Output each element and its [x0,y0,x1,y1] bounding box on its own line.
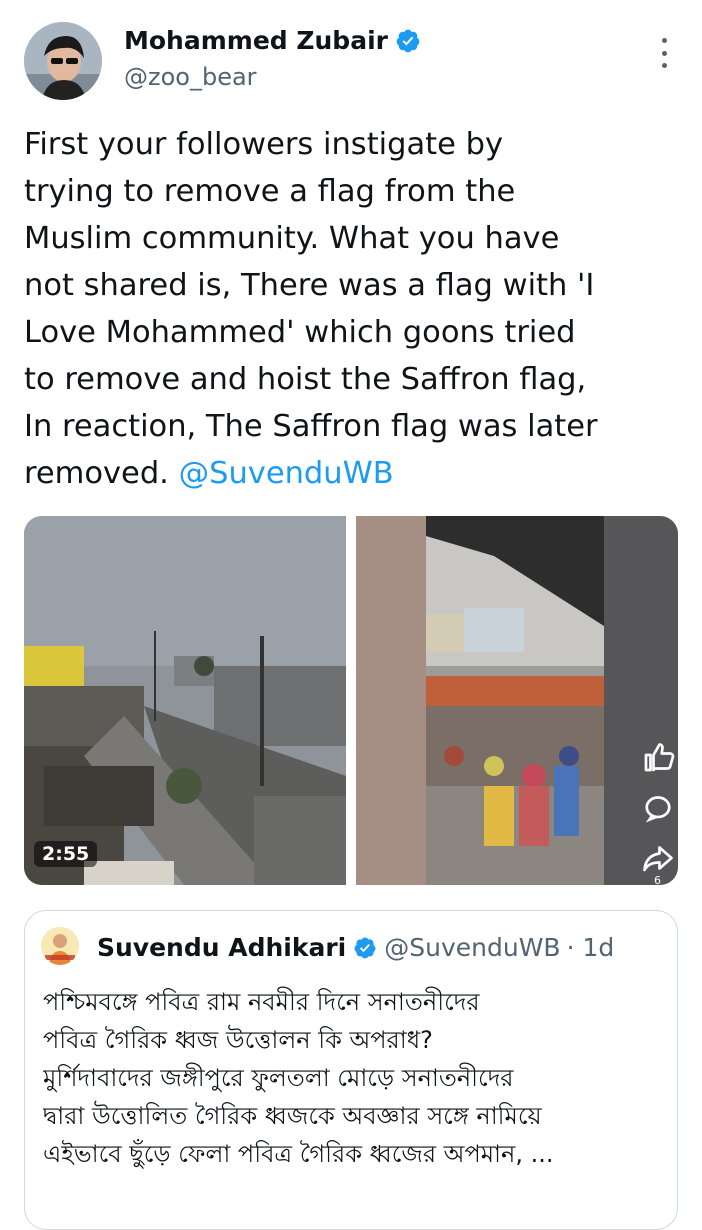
quoted-author-name[interactable]: Suvendu Adhikari [97,933,346,962]
share-icon[interactable] [640,840,676,876]
quoted-header: Suvendu Adhikari @SuvenduWB · 1d [97,933,614,962]
author-avatar[interactable] [24,22,102,100]
tweet-line: trying to remove a flag from the [24,174,516,209]
media-container[interactable]: 2:55 [24,516,678,885]
tweet-line: to remove and hoist the Saffron flag, [24,362,587,397]
tweet-line: Love Mohammed' which goons tried [24,315,576,350]
reply-icon[interactable] [640,790,676,826]
quoted-author-avatar[interactable] [41,927,79,965]
verified-badge-icon [354,937,376,958]
tweet-line: First your followers instigate by [24,127,504,162]
quoted-line: পশ্চিমবঙ্গে পবিত্র রাম নবমীর দিনে সনাতনী… [43,988,480,1016]
tweet-line: In reaction, The Saffron flag was later [24,409,598,444]
video-thumbnail-street[interactable] [24,516,346,885]
quoted-author-handle[interactable]: @SuvenduWB [384,933,560,962]
tweet-line-last: removed. @SuvenduWB [24,450,674,497]
quoted-text: পশ্চিমবঙ্গে পবিত্র রাম নবমীর দিনে সনাতনী… [43,983,667,1173]
quoted-line: পবিত্র গৈরিক ধ্বজ উত্তোলন কি অপরাধ? [43,1026,433,1054]
video-thumbnail-crowd[interactable] [356,516,678,885]
author-name[interactable]: Mohammed Zubair [124,26,388,55]
tweet-line: Muslim community. What you have [24,221,560,256]
author-handle[interactable]: @zoo_bear [124,63,257,91]
more-options-icon[interactable] [652,38,676,68]
like-icon[interactable] [640,740,676,776]
share-count: 6 [654,874,661,887]
verified-badge-icon [396,29,420,52]
tweet-text: First your followers instigate by trying… [24,121,674,497]
quoted-line: দ্বারা উত্তোলিত গৈরিক ধ্বজকে অবজ্ঞার সঙ্… [43,1102,542,1130]
quoted-timestamp: · 1d [566,933,615,962]
tweet-line-text: removed. [24,456,179,491]
mention-link[interactable]: @SuvenduWB [179,456,394,491]
author-name-row[interactable]: Mohammed Zubair [124,26,421,55]
quoted-line: মুর্শিদাবাদের জঙ্গীপুরে ফুলতলা মোড়ে সনা… [43,1064,514,1092]
tweet-line: not shared is, There was a flag with 'I [24,268,595,303]
video-duration: 2:55 [34,841,98,867]
quoted-tweet[interactable]: Suvendu Adhikari @SuvenduWB · 1d পশ্চিমব… [24,910,678,1230]
quoted-line: এইভাবে ছুঁড়ে ফেলা পবিত্র গৈরিক ধ্বজের অ… [43,1140,554,1168]
